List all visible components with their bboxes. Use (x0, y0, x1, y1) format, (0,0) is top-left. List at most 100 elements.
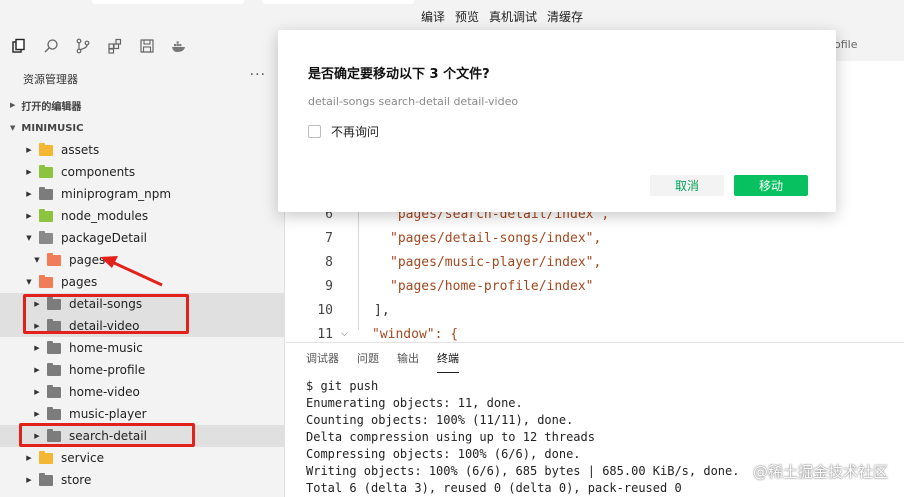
chevron-right-icon[interactable]: ▶ (24, 212, 34, 220)
tree-item-package-detail-pages[interactable]: ▼ pages (0, 249, 285, 271)
project-label: MINIMUSIC (21, 122, 84, 134)
device-debug-button[interactable]: 真机调试 (489, 8, 537, 25)
tree-item-label: packageDetail (61, 231, 148, 245)
terminal-line: Writing objects: 100% (6/6), 685 bytes |… (306, 464, 740, 478)
tree-item-home-profile[interactable]: ▶ home-profile (0, 359, 285, 381)
line-number: 11 (317, 326, 333, 342)
more-actions-icon[interactable]: ··· (250, 67, 266, 83)
tree-item-home-music[interactable]: ▶ home-music (0, 337, 285, 359)
tree-item-label: music-player (69, 407, 147, 421)
folder-icon (39, 142, 53, 156)
terminal-line: $ git push (306, 379, 379, 393)
chevron-right-icon[interactable]: ▶ (24, 146, 34, 154)
chevron-right-icon[interactable]: ▶ (24, 454, 34, 462)
save-icon[interactable] (137, 36, 157, 56)
preview-button[interactable]: 预览 (455, 8, 479, 25)
tree-item-label: miniprogram_npm (61, 187, 172, 201)
code-text: "pages/music-player/index", (390, 254, 602, 270)
chevron-right-icon[interactable]: ▶ (32, 344, 42, 352)
folder-icon (47, 340, 61, 354)
explorer-title: 资源管理器 (23, 73, 78, 86)
dialog-title: 是否确定要移动以下 3 个文件? (308, 67, 490, 82)
tab-debugger[interactable]: 调试器 (306, 350, 339, 373)
tree-item-label: home-profile (69, 363, 146, 377)
folder-icon (39, 164, 53, 178)
tree-item-music-player[interactable]: ▶ music-player (0, 403, 285, 425)
line-number: 9 (325, 278, 333, 294)
annotation-box-bottom (19, 423, 195, 447)
tree-item-label: store (61, 473, 92, 487)
folder-icon (39, 230, 53, 244)
tree-item-components[interactable]: ▶ components (0, 161, 285, 183)
dialog-file-list: detail-songs search-detail detail-video (308, 95, 519, 108)
folder-icon (39, 472, 53, 486)
source-control-icon[interactable] (73, 36, 93, 56)
clear-cache-button[interactable]: 清缓存 (547, 8, 583, 25)
folder-icon (47, 406, 61, 420)
chevron-right-icon[interactable]: ▶ (32, 388, 42, 396)
tab-output[interactable]: 输出 (397, 350, 419, 373)
terminal-line: Counting objects: 100% (11/11), done. (306, 413, 574, 427)
chevron-right-icon[interactable]: ▶ (24, 476, 34, 484)
folder-icon (47, 384, 61, 398)
dont-ask-again-checkbox[interactable] (308, 125, 321, 138)
compile-button[interactable]: 编译 (421, 8, 445, 25)
docker-icon[interactable] (169, 36, 189, 56)
tree-item-label: home-video (69, 385, 140, 399)
tree-item-label: pages (69, 253, 106, 267)
code-text: "window": { (372, 326, 459, 342)
terminal-line: Enumerating objects: 11, done. (306, 396, 523, 410)
chevron-right-icon[interactable]: ▶ (24, 190, 34, 198)
chevron-right-icon[interactable]: ▶ (32, 366, 42, 374)
tree-item-home-video[interactable]: ▶ home-video (0, 381, 285, 403)
line-number: 7 (325, 230, 333, 246)
tree-item-label: home-music (69, 341, 143, 355)
terminal-output[interactable]: $ git push Enumerating objects: 11, done.… (306, 378, 739, 497)
code-text: "pages/home-profile/index" (390, 278, 594, 294)
fold-chevron-icon[interactable]: ⌵ (341, 329, 351, 339)
open-editors-section[interactable]: ▶ 打开的编辑器 (0, 95, 285, 115)
chevron-down-icon: ▼ (10, 124, 16, 132)
folder-icon (39, 208, 53, 222)
toolbar-field-right[interactable] (262, 0, 414, 4)
extensions-icon[interactable] (105, 36, 125, 56)
tree-item-assets[interactable]: ▶ assets (0, 139, 285, 161)
chevron-down-icon[interactable]: ▼ (24, 278, 34, 286)
folder-icon (39, 450, 53, 464)
tree-item-pages[interactable]: ▼ pages (0, 271, 285, 293)
tree-item-label: pages (61, 275, 98, 289)
top-toolbar: 编译 预览 真机调试 清缓存 (0, 0, 904, 30)
chevron-right-icon[interactable]: ▶ (24, 168, 34, 176)
tab-home-profile[interactable]: ofile (834, 38, 857, 51)
chevron-down-icon[interactable]: ▼ (24, 234, 34, 242)
watermark: @稀土掘金技术社区 (752, 463, 888, 481)
move-button[interactable]: 移动 (734, 175, 808, 196)
tree-item-node-modules[interactable]: ▶ node_modules (0, 205, 285, 227)
move-confirm-dialog: 是否确定要移动以下 3 个文件? detail-songs search-det… (278, 30, 836, 212)
bottom-panel: 调试器 问题 输出 终端 $ git push Enumerating objec… (286, 342, 904, 497)
line-number: 8 (325, 254, 333, 270)
code-text: ], (374, 302, 390, 318)
dont-ask-again-checkbox-row[interactable]: 不再询问 (308, 123, 379, 140)
code-line: 9 "pages/home-profile/index" (286, 274, 904, 298)
tab-problems[interactable]: 问题 (357, 350, 379, 373)
search-icon[interactable] (41, 36, 61, 56)
project-section[interactable]: ▼ MINIMUSIC (0, 118, 285, 138)
code-text: "pages/detail-songs/index", (390, 230, 602, 246)
folder-icon (39, 274, 53, 288)
tree-item-service[interactable]: ▶ service (0, 447, 285, 469)
cancel-button[interactable]: 取消 (650, 175, 724, 196)
files-icon[interactable] (9, 36, 29, 56)
tree-item-label: service (61, 451, 104, 465)
code-line: 7 "pages/detail-songs/index", (286, 226, 904, 250)
toolbar-field-left[interactable] (92, 0, 244, 4)
chevron-right-icon[interactable]: ▶ (32, 410, 42, 418)
tree-item-miniprogram-npm[interactable]: ▶ miniprogram_npm (0, 183, 285, 205)
chevron-down-icon[interactable]: ▼ (32, 256, 42, 264)
dont-ask-again-label: 不再询问 (331, 125, 380, 139)
tree-item-store[interactable]: ▶ store (0, 469, 285, 491)
open-editors-label: 打开的编辑器 (21, 101, 82, 113)
tree-item-package-detail[interactable]: ▼ packageDetail (0, 227, 285, 249)
annotation-box-top (23, 294, 189, 334)
tab-terminal[interactable]: 终端 (437, 350, 459, 373)
